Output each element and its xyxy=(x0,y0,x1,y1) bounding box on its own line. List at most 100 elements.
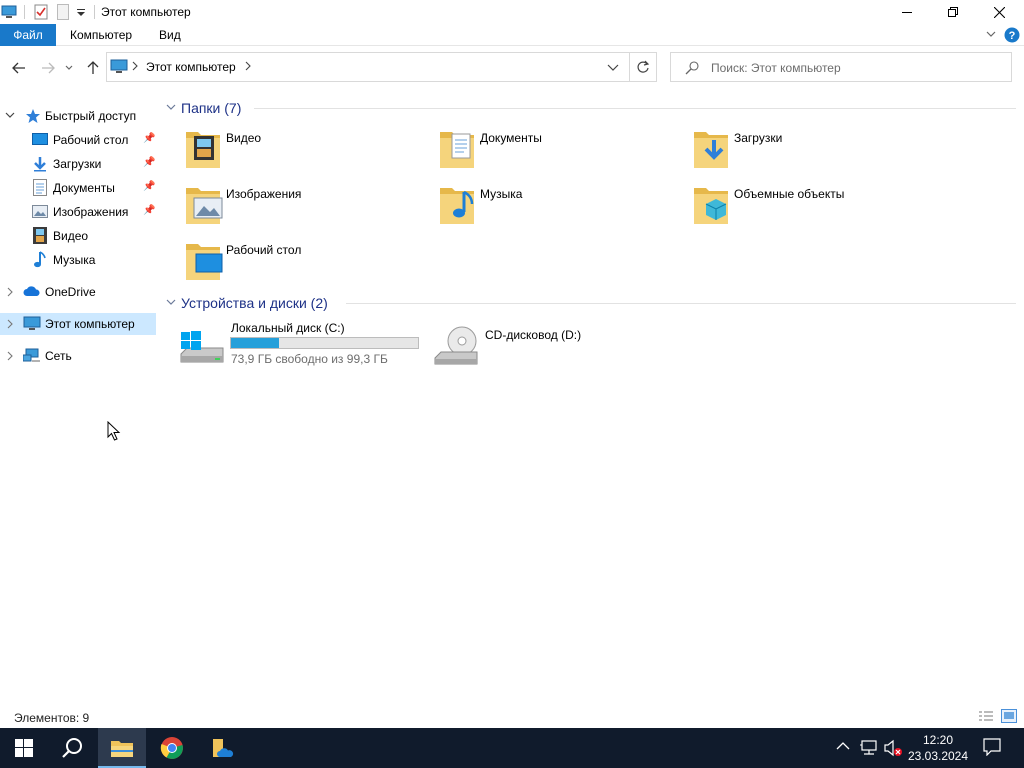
folder-label: Изображения xyxy=(226,187,302,201)
network-icon xyxy=(23,348,40,362)
action-center-icon[interactable] xyxy=(983,738,1001,759)
nav-onedrive-label: OneDrive xyxy=(45,285,96,299)
show-hidden-icons-icon[interactable] xyxy=(836,740,850,754)
system-clock[interactable]: 12:20 23.03.2024 xyxy=(902,732,974,764)
chevron-down-icon xyxy=(65,65,73,70)
svg-text:?: ? xyxy=(1009,30,1016,42)
taskbar-file-explorer[interactable] xyxy=(98,728,146,768)
details-view-icon[interactable] xyxy=(978,710,994,725)
back-button[interactable] xyxy=(9,58,29,78)
network-status-icon[interactable] xyxy=(859,739,879,760)
folder-tile[interactable]: Объемные объекты xyxy=(688,180,918,230)
nav-item-label: Видео xyxy=(53,229,89,243)
expand-ribbon-icon[interactable] xyxy=(985,28,997,43)
nav-item-label: Рабочий стол xyxy=(53,133,129,147)
pin-icon[interactable]: 📌 xyxy=(143,133,155,144)
breadcrumb-this-pc[interactable]: Этот компьютер xyxy=(146,60,236,74)
volume-muted-icon[interactable] xyxy=(883,739,903,760)
tab-view[interactable]: Вид xyxy=(146,24,194,46)
pin-icon[interactable]: 📌 xyxy=(143,181,155,192)
search-taskbar-button[interactable] xyxy=(48,728,96,768)
restore-icon xyxy=(948,7,958,17)
folders-group-divider xyxy=(254,108,1016,109)
pin-icon[interactable]: 📌 xyxy=(143,157,155,168)
onedrive-cloud-icon xyxy=(23,286,40,296)
folder-tile[interactable]: Музыка xyxy=(434,180,664,230)
tab-file[interactable]: Файл xyxy=(0,24,56,46)
download-icon xyxy=(34,157,46,172)
close-button[interactable] xyxy=(976,0,1022,24)
search-placeholder: Поиск: Этот компьютер xyxy=(711,61,841,75)
help-icon[interactable]: ? xyxy=(1004,27,1020,46)
arrow-up-icon xyxy=(87,61,99,74)
restore-button[interactable] xyxy=(930,0,976,24)
nav-item-pictures[interactable]: Изображения 📌 xyxy=(0,201,156,223)
nav-item-desktop[interactable]: Рабочий стол 📌 xyxy=(0,129,156,151)
item-count: Элементов: 9 xyxy=(14,711,90,725)
chevron-right-icon xyxy=(7,351,13,361)
start-button[interactable] xyxy=(0,728,48,768)
drive-c[interactable]: Локальный диск (C:) 73,9 ГБ свободно из … xyxy=(176,318,426,372)
nav-item-music[interactable]: Музыка xyxy=(0,249,156,271)
address-dropdown-icon[interactable] xyxy=(607,62,619,76)
drive-d[interactable]: CD-дисковод (D:) xyxy=(430,318,680,372)
devices-group-divider xyxy=(346,303,1016,304)
breadcrumb-chevron-icon[interactable] xyxy=(244,60,252,75)
nav-onedrive[interactable]: OneDrive xyxy=(0,281,156,303)
chevron-right-icon xyxy=(7,287,13,297)
drive-d-label: CD-дисковод (D:) xyxy=(485,328,582,342)
video-folder-icon xyxy=(186,132,220,168)
film-icon xyxy=(33,227,47,244)
document-icon xyxy=(33,179,47,196)
devices-group-label: Устройства и диски (2) xyxy=(181,295,328,311)
minimize-button[interactable] xyxy=(884,0,930,24)
new-folder-icon[interactable] xyxy=(56,3,70,21)
folder-tile[interactable]: Видео xyxy=(180,124,410,174)
devices-group-header[interactable]: Устройства и диски (2) xyxy=(166,294,328,312)
nav-this-pc[interactable]: Этот компьютер xyxy=(0,313,156,335)
music-folder-icon xyxy=(440,188,474,224)
arrow-right-icon xyxy=(42,62,55,74)
taskbar-onedrive-folder[interactable] xyxy=(198,728,246,768)
folder-tile[interactable]: Рабочий стол xyxy=(180,236,410,286)
drive-c-free-space: 73,9 ГБ свободно из 99,3 ГБ xyxy=(231,352,388,366)
breadcrumb-separator-icon xyxy=(131,60,139,75)
nav-item-label: Загрузки xyxy=(53,157,102,171)
folder-tile[interactable]: Документы xyxy=(434,124,664,174)
up-button[interactable] xyxy=(83,58,103,78)
windows-logo-icon xyxy=(15,739,33,757)
desktop-icon xyxy=(32,133,48,145)
nav-quick-access[interactable]: Быстрый доступ xyxy=(0,105,156,127)
search-box[interactable]: Поиск: Этот компьютер xyxy=(670,52,1012,82)
properties-icon[interactable] xyxy=(32,3,50,21)
nav-item-documents[interactable]: Документы 📌 xyxy=(0,177,156,199)
close-icon xyxy=(993,6,1005,18)
taskbar-chrome[interactable] xyxy=(148,728,196,768)
nav-item-label: Музыка xyxy=(53,253,96,267)
customize-quick-access-icon[interactable] xyxy=(74,3,88,21)
folder-label: Рабочий стол xyxy=(226,243,302,257)
3d-objects-folder-icon xyxy=(694,188,728,224)
folders-group-header[interactable]: Папки (7) xyxy=(166,99,241,117)
refresh-button[interactable] xyxy=(630,52,657,82)
pin-icon[interactable]: 📌 xyxy=(143,205,155,216)
nav-network[interactable]: Сеть xyxy=(0,345,156,367)
folders-group-label: Папки (7) xyxy=(181,100,242,116)
mouse-cursor-icon xyxy=(107,421,121,441)
folder-tile[interactable]: Изображения xyxy=(180,180,410,230)
star-icon xyxy=(26,109,40,123)
nav-item-downloads[interactable]: Загрузки 📌 xyxy=(0,153,156,175)
large-icons-view-icon[interactable] xyxy=(1001,709,1017,726)
chevron-down-icon xyxy=(5,112,15,118)
forward-button[interactable] xyxy=(38,58,58,78)
address-bar[interactable]: Этот компьютер xyxy=(106,52,630,82)
computer-icon xyxy=(23,316,41,330)
nav-quick-access-label: Быстрый доступ xyxy=(45,109,137,123)
cd-drive-icon xyxy=(434,326,478,365)
refresh-icon xyxy=(637,60,650,73)
nav-item-videos[interactable]: Видео xyxy=(0,225,156,247)
recent-locations-button[interactable] xyxy=(62,58,76,78)
music-note-icon xyxy=(34,251,46,268)
tab-computer[interactable]: Компьютер xyxy=(57,24,145,46)
folder-tile[interactable]: Загрузки xyxy=(688,124,918,174)
